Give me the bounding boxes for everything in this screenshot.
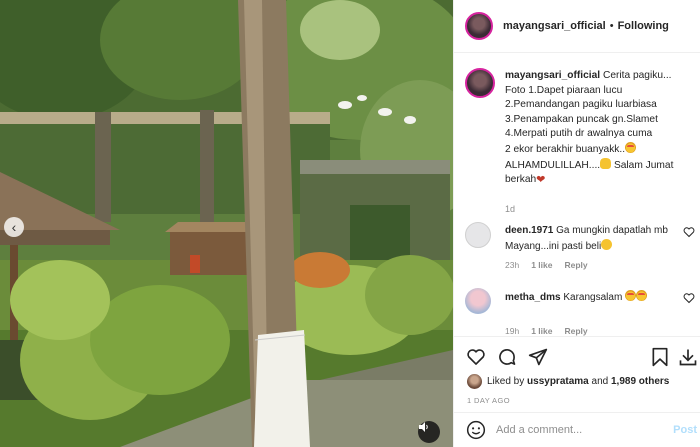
post-actions: Liked by ussypratama and 1,989 others 1 … (454, 336, 700, 446)
caption-avatar[interactable] (465, 68, 495, 98)
comment-like-icon[interactable] (683, 226, 695, 238)
following-button[interactable]: Following (618, 20, 669, 32)
comment-avatar[interactable] (465, 288, 491, 314)
caption-line: 2 ekor berakhir buanyakk.. (505, 143, 626, 155)
author-username[interactable]: mayangsari_official (503, 20, 606, 32)
previous-slide-button[interactable]: ‹ (4, 217, 24, 237)
caption-line: ALHAMDULILLAH.... (505, 159, 601, 171)
post-media[interactable]: ‹ (0, 0, 453, 447)
comment-body: Karangsalam (563, 292, 623, 303)
liked-by-prefix: Liked by (487, 376, 525, 387)
caption-line: Cerita pagiku... (602, 70, 672, 81)
share-icon[interactable] (528, 347, 548, 367)
emoji-picker-icon[interactable] (466, 420, 486, 440)
post-header: mayangsari_official • Following (454, 0, 700, 53)
caption-username[interactable]: mayangsari_official (505, 70, 600, 81)
liked-by-and: and (591, 376, 609, 387)
caption-line: Salam Jumat (611, 159, 674, 171)
caption-line: 2.Pemandangan pagiku luarbiasa (505, 99, 657, 111)
caption-timestamp[interactable]: 1d (505, 204, 515, 214)
add-comment-input[interactable] (496, 424, 656, 436)
comment-likes[interactable]: 1 like (531, 260, 552, 270)
star-struck-emoji-icon (625, 141, 637, 153)
mute-button[interactable] (418, 421, 440, 443)
post-side-panel: mayangsari_official • Following mayangsa… (453, 0, 700, 447)
volume-icon (419, 422, 428, 432)
caption-text: mayangsari_official Cerita pagiku... Fot… (505, 69, 695, 188)
likes-summary: Liked by ussypratama and 1,989 others (467, 374, 669, 389)
caption-line: 4.Merpati putih dr awalnya cuma (505, 128, 653, 140)
star-struck-emoji-icon (625, 290, 637, 301)
comment-meta: 23h 1 like Reply (505, 260, 588, 270)
reply-button[interactable]: Reply (564, 260, 587, 270)
comment-username[interactable]: deen.1971 (505, 225, 553, 236)
likes-count-others[interactable]: 1,989 others (611, 376, 669, 387)
separator-dot: • (609, 20, 614, 32)
comment-text: metha_dms Karangsalam (505, 290, 677, 306)
reply-button[interactable]: Reply (564, 326, 587, 336)
broken-heart-emoji-icon: ❤ (536, 174, 546, 187)
star-struck-emoji-icon (636, 290, 648, 301)
caption-line: Foto 1.Dapet piaraan lucu (505, 84, 623, 96)
smile-emoji-icon (601, 238, 613, 250)
action-icons-row (466, 347, 697, 369)
raised-hands-emoji-icon (600, 157, 612, 169)
caption-line: berkah (505, 174, 537, 186)
comment-text: deen.1971 Ga mungkin dapatlah mb Mayang.… (505, 224, 677, 254)
liker-avatar[interactable] (467, 374, 482, 389)
download-icon[interactable] (678, 347, 698, 367)
author-avatar[interactable] (465, 12, 493, 40)
liked-by-user[interactable]: ussypratama (527, 376, 589, 387)
caption-line: 3.Penampakan puncak gn.Slamet (505, 113, 658, 125)
heart-icon[interactable] (466, 347, 486, 367)
chevron-left-icon: ‹ (11, 219, 17, 235)
post-comment-button[interactable]: Post (673, 424, 697, 436)
comment-avatar[interactable] (465, 222, 491, 248)
comment-time[interactable]: 19h (505, 326, 519, 336)
comment-username[interactable]: metha_dms (505, 292, 561, 303)
comment-time[interactable]: 23h (505, 260, 519, 270)
post-timestamp[interactable]: 1 DAY AGO (467, 396, 510, 405)
comment-likes[interactable]: 1 like (531, 326, 552, 336)
bookmark-icon[interactable] (650, 347, 670, 367)
comments-list[interactable]: mayangsari_official Cerita pagiku... Fot… (454, 54, 700, 336)
garden-photo (0, 0, 453, 447)
comment-composer: Post (454, 412, 700, 447)
comment-icon[interactable] (497, 347, 517, 367)
comment-like-icon[interactable] (683, 292, 695, 304)
comment-meta: 19h 1 like Reply (505, 326, 588, 336)
